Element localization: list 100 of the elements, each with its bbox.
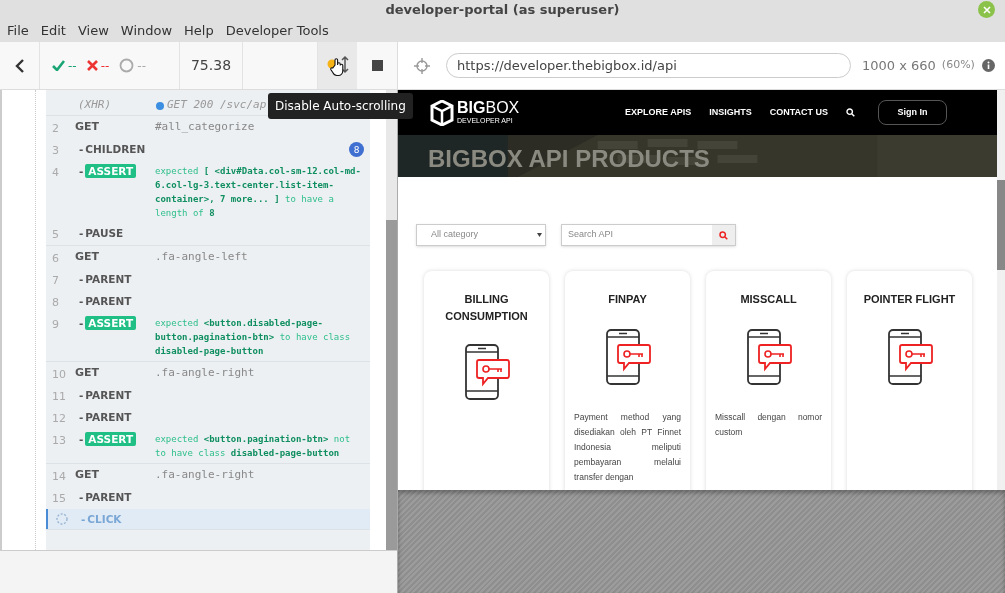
command-name: PARENT (85, 294, 132, 308)
phone-key-icon (886, 328, 933, 386)
close-button[interactable] (978, 1, 995, 18)
api-card[interactable]: FINPAY Payment method yang disediakan oleh PT Finnet Indonesia meliputi pembayaran melalui transfer dengan (565, 271, 690, 490)
menu-item[interactable]: File (7, 21, 29, 41)
command-name: PAUSE (85, 226, 124, 240)
command-name: PARENT (85, 410, 132, 424)
command-name: GET (75, 120, 100, 134)
line-number: 6 (52, 252, 59, 265)
scrollbar-thumb[interactable] (386, 220, 397, 550)
request-text: GET 200 /svc/ap (167, 97, 267, 114)
scale-text: (60%) (941, 57, 975, 74)
command-name: CHILDREN (85, 142, 146, 156)
assert-label: ASSERT (85, 316, 137, 330)
assert-label: ASSERT (85, 164, 137, 178)
line-number: 5 (52, 228, 59, 241)
menu-item[interactable]: Window (120, 21, 173, 41)
line-number: 14 (52, 470, 66, 483)
command-name: GET (75, 366, 100, 380)
duration-text: 75.38 (190, 56, 232, 75)
child-marker: - (78, 226, 84, 240)
child-marker: - (78, 142, 84, 156)
phone-key-icon (745, 328, 792, 386)
stop-icon (371, 60, 383, 71)
line-number: 11 (52, 390, 66, 403)
crosshair-icon[interactable] (414, 57, 430, 74)
auto-scroll-button[interactable] (318, 42, 357, 89)
hero-title: BIGBOX API PRODUCTS (428, 144, 710, 174)
menu-item[interactable]: Help (184, 21, 214, 41)
card-title: MISSCALL (739, 292, 798, 307)
nav-link[interactable]: INSIGHTS (709, 105, 752, 120)
line-number: 12 (52, 412, 66, 425)
count-badge: 8 (349, 142, 364, 157)
nav-link[interactable]: CONTACT US (769, 105, 828, 120)
child-marker: - (78, 316, 84, 330)
card-title: FINPAY (607, 292, 648, 307)
line-number: 2 (52, 122, 59, 135)
window-title: developer-portal (as superuser) (385, 1, 620, 20)
command-name: GET (75, 250, 100, 264)
command-name: PARENT (85, 490, 132, 504)
line-number: 8 (52, 296, 59, 309)
logo-text: BIGBOX (457, 100, 520, 116)
child-marker: - (78, 272, 84, 286)
line-number: 4 (52, 166, 59, 179)
xhr-label: (XHR) (77, 97, 113, 114)
child-marker: - (80, 512, 86, 526)
assert-message: expected [ <div#Data.col-sm-12.col-md-6.col-lg-3.text-center.list-item-container>, 7 more... ] to have a length of 8 (155, 165, 362, 220)
selector-text: #all_categorize (155, 120, 255, 134)
assert-label: ASSERT (85, 432, 137, 446)
child-marker: - (78, 164, 84, 178)
command-name: CLICK (87, 512, 122, 526)
selector-text: .fa-angle-left (155, 250, 248, 264)
box-logo-icon (430, 99, 454, 126)
info-icon[interactable] (981, 59, 995, 72)
passed-count: -- (68, 57, 77, 75)
command-name: GET (75, 468, 100, 482)
cross-icon (86, 60, 98, 71)
card-description: Misscall dengan nomor custom (715, 411, 822, 439)
api-card[interactable]: MISSCALL Misscall dengan nomor custom (706, 271, 831, 490)
child-marker: - (78, 432, 84, 446)
tooltip: Disable Auto-scrolling (268, 93, 413, 119)
line-number: 10 (52, 368, 66, 381)
spinner-icon (56, 513, 68, 525)
search-icon[interactable] (846, 108, 855, 117)
close-icon (982, 5, 991, 14)
child-marker: - (78, 490, 84, 504)
child-marker: - (78, 294, 84, 308)
assert-message: expected <button.disabled-page-button.pagination-btn> to have class disabled-page-button (155, 317, 352, 358)
card-title: BILLING CONSUMPTION (444, 292, 529, 324)
viewport-size: 1000 x 660 (862, 56, 936, 75)
line-number: 15 (52, 492, 66, 505)
child-marker: - (78, 410, 84, 424)
selector-text: .fa-angle-right (155, 468, 255, 482)
chevron-left-icon (14, 58, 25, 73)
category-select[interactable]: All category (416, 224, 546, 246)
command-name: PARENT (85, 272, 132, 286)
sign-in-button[interactable]: Sign In (878, 100, 947, 125)
menu-item[interactable]: Edit (40, 21, 66, 41)
line-number: 7 (52, 274, 59, 287)
command-name: PARENT (85, 388, 132, 402)
nav-link[interactable]: EXPLORE APIS (624, 105, 692, 120)
menu-item[interactable]: Developer Tools (225, 21, 329, 41)
api-card[interactable]: BILLING CONSUMPTION (424, 271, 549, 490)
api-card[interactable]: POINTER FLIGHT (847, 271, 972, 490)
check-icon (52, 60, 65, 71)
phone-key-icon (604, 328, 651, 386)
card-title: POINTER FLIGHT (862, 292, 957, 307)
card-description: Payment method yang disediakan oleh PT Finnet Indonesia meliputi pembayaran melalui transfer dengan (574, 411, 681, 484)
pending-count: -- (137, 57, 146, 75)
scrollbar-thumb[interactable] (997, 180, 1005, 270)
line-number: 3 (52, 144, 59, 157)
child-marker: - (78, 388, 84, 402)
dropdown-icon (537, 233, 542, 237)
assert-message: expected <button.pagination-btn> not to have class disabled-page-button (155, 433, 352, 460)
circle-icon (119, 58, 135, 73)
selector-text: .fa-angle-right (155, 366, 255, 380)
failed-count: -- (100, 57, 110, 75)
phone-key-icon (463, 343, 510, 401)
line-number: 9 (52, 318, 59, 331)
menu-item[interactable]: View (77, 21, 109, 41)
